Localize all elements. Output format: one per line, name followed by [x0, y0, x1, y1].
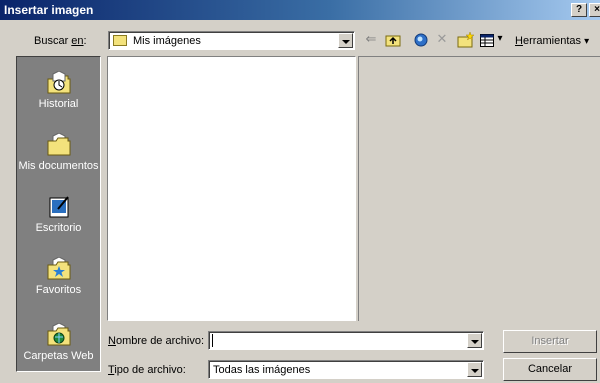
- my-documents-icon: [46, 132, 72, 157]
- web-folders-icon: [46, 322, 72, 347]
- place-my-documents[interactable]: Mis documentos: [17, 132, 100, 172]
- title-bar: Insertar imagen ? ×: [0, 0, 600, 20]
- file-type-dropdown[interactable]: Todas las imágenes: [208, 360, 484, 379]
- favorites-icon: [46, 256, 72, 281]
- place-desktop[interactable]: Escritorio: [17, 195, 100, 234]
- places-bar: Historial Mis documentos Escritorio Favo…: [16, 56, 101, 372]
- help-button[interactable]: ?: [571, 3, 587, 17]
- history-icon: [46, 70, 72, 95]
- back-icon[interactable]: ⇐: [362, 30, 380, 50]
- new-folder-icon[interactable]: [456, 30, 476, 50]
- look-in-value: Mis imágenes: [133, 35, 201, 47]
- chevron-down-icon[interactable]: [338, 33, 353, 48]
- up-folder-icon[interactable]: [384, 30, 402, 50]
- place-favorites[interactable]: Favoritos: [17, 256, 100, 296]
- file-name-label: Nombre de archivo:: [108, 335, 204, 347]
- delete-icon[interactable]: ✕: [433, 30, 451, 50]
- look-in-dropdown[interactable]: Mis imágenes: [108, 31, 355, 50]
- cancel-button[interactable]: Cancelar: [503, 358, 597, 381]
- file-type-chevron-down-icon[interactable]: [467, 362, 482, 377]
- look-in-label: Buscar en:: [34, 35, 87, 47]
- window-title: Insertar imagen: [4, 3, 94, 17]
- tools-menu-button[interactable]: Herramientas ▾: [515, 35, 589, 47]
- preview-pane: [358, 56, 600, 321]
- file-type-value: Todas las imágenes: [213, 364, 311, 376]
- desktop-icon: [46, 195, 72, 219]
- place-history[interactable]: Historial: [17, 70, 100, 110]
- views-chevron-down-icon[interactable]: ▾: [495, 30, 505, 50]
- insert-button[interactable]: Insertar: [503, 330, 597, 353]
- search-web-icon[interactable]: [412, 30, 430, 50]
- folder-icon: [113, 35, 127, 46]
- place-web-folders[interactable]: Carpetas Web: [17, 322, 100, 362]
- file-type-label: Tipo de archivo:: [108, 364, 186, 376]
- close-button[interactable]: ×: [589, 3, 600, 17]
- file-name-field[interactable]: [208, 331, 484, 350]
- file-name-chevron-down-icon[interactable]: [467, 333, 482, 348]
- views-icon[interactable]: [479, 30, 495, 50]
- file-list[interactable]: [107, 56, 356, 321]
- text-caret: [212, 334, 213, 347]
